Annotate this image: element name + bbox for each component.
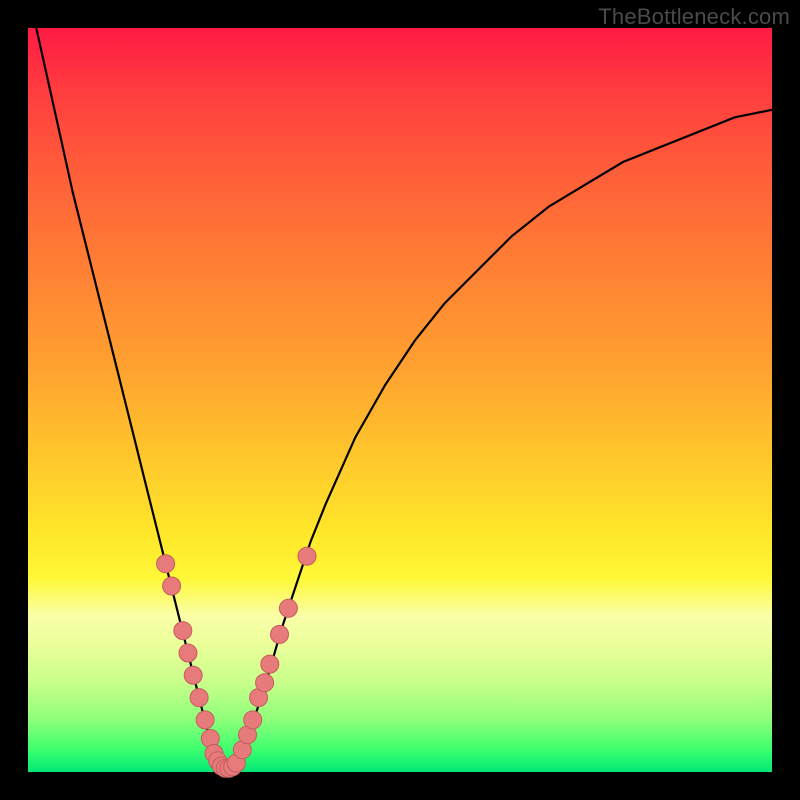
- marker-point: [261, 655, 279, 673]
- curve-layer: [28, 0, 772, 772]
- plot-area: [28, 28, 772, 772]
- marker-point: [271, 625, 289, 643]
- bottleneck-curve: [28, 0, 772, 772]
- marker-point: [179, 644, 197, 662]
- marker-point: [244, 711, 262, 729]
- marker-point: [174, 622, 192, 640]
- chart-svg: [28, 28, 772, 772]
- marker-point: [163, 577, 181, 595]
- marker-point: [184, 666, 202, 684]
- marker-point: [279, 599, 297, 617]
- marker-point: [256, 674, 274, 692]
- marker-point: [190, 689, 208, 707]
- watermark-text: TheBottleneck.com: [598, 4, 790, 30]
- marker-point: [298, 547, 316, 565]
- marker-point: [196, 711, 214, 729]
- markers-layer: [157, 547, 316, 777]
- marker-point: [157, 555, 175, 573]
- chart-frame: TheBottleneck.com: [0, 0, 800, 800]
